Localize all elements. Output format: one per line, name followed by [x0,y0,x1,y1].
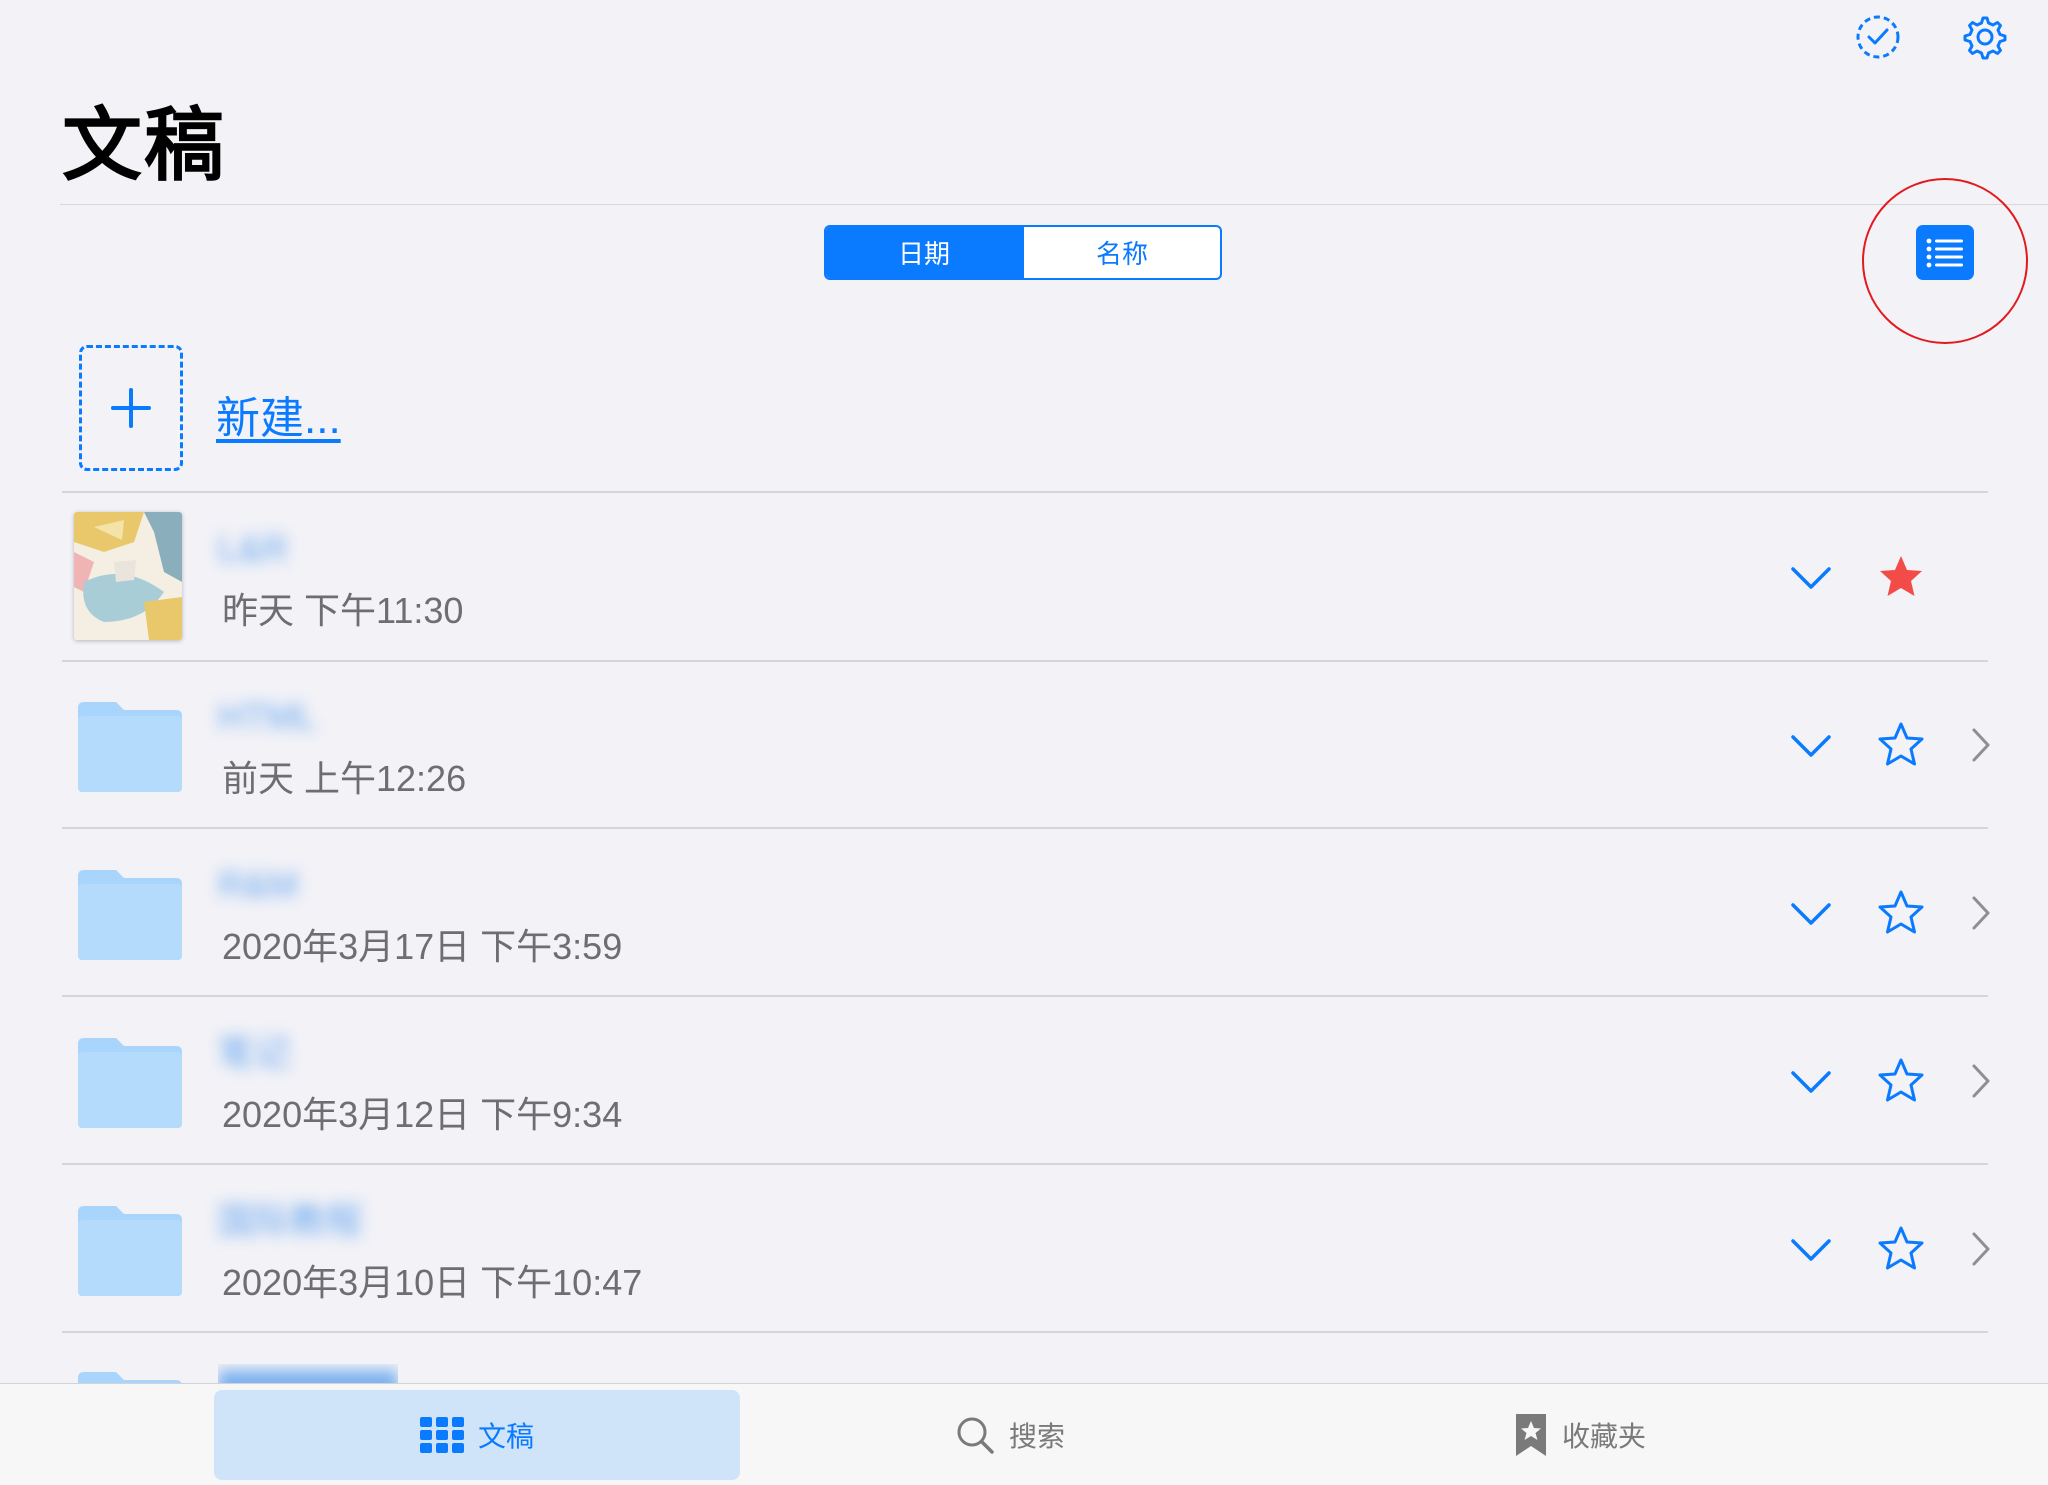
folder-icon [78,1038,182,1128]
list-item[interactable]: 国际教程 2020年3月10日 下午10:47 [0,1166,2048,1332]
chevron-down-icon[interactable] [1788,890,1834,936]
select-button[interactable] [1853,12,1903,62]
list-item[interactable]: 笔记 2020年3月12日 下午9:34 [0,998,2048,1164]
item-name: 国际教程 [218,1200,363,1241]
sort-by-name[interactable]: 名称 [1022,227,1220,278]
chevron-down-icon[interactable] [1788,554,1834,600]
tab-label: 文稿 [477,1421,534,1452]
star-outline-icon[interactable] [1876,1056,1926,1106]
item-date: 2020年3月12日 下午9:34 [222,1094,623,1135]
chevron-right-icon[interactable] [1966,1060,1996,1102]
list-view-icon [1926,238,1963,267]
chevron-right-icon[interactable] [1966,724,1996,766]
divider [62,1163,1988,1165]
item-name: L&R [218,528,289,569]
chevron-down-icon[interactable] [1788,1058,1834,1104]
divider [62,827,1988,829]
chevron-right-icon[interactable] [1966,892,1996,934]
chevron-right-icon[interactable] [1966,1228,1996,1270]
star-outline-icon[interactable] [1876,1224,1926,1274]
divider [62,1331,1988,1333]
list-item[interactable]: HTML 前天 上午12:26 [0,662,2048,828]
checkmark-circle-dashed-icon [1856,15,1900,59]
folder-icon [78,870,182,960]
chevron-down-icon[interactable] [1788,1226,1834,1272]
view-mode-button[interactable] [1916,225,1974,280]
star-outline-icon[interactable] [1876,888,1926,938]
list-item[interactable]: L&R 昨天 下午11:30 [0,494,2048,660]
page-title: 文稿 [62,101,226,190]
sort-segmented-control: 日期 名称 [824,225,1222,280]
divider [62,995,1988,997]
plus-icon [111,388,151,428]
item-date: 2020年3月10日 下午10:47 [222,1262,643,1303]
folder-icon [78,702,182,792]
new-document-link[interactable]: 新建... [216,382,341,446]
folder-icon [78,1206,182,1296]
tab-favorites[interactable]: 收藏夹 [1280,1390,1880,1480]
item-name-partial [218,1364,398,1383]
title-divider [60,204,2048,205]
divider [62,491,1988,493]
grid-icon [419,1417,464,1453]
chevron-down-icon[interactable] [1788,722,1834,768]
item-name: 笔记 [218,1032,291,1073]
tab-bar: 文稿 搜索 收藏夹 [0,1383,2048,1485]
item-name: HTML [218,696,316,737]
item-name: R&M [218,864,298,905]
folder-icon-partial [78,1372,182,1383]
tab-label: 收藏夹 [1561,1421,1646,1452]
tab-documents[interactable]: 文稿 [214,1390,740,1480]
star-filled-icon[interactable] [1876,552,1926,602]
gear-icon [1963,16,2007,60]
tab-label: 搜索 [1008,1421,1065,1452]
sort-by-date[interactable]: 日期 [826,227,1022,278]
list-item[interactable]: R&M 2020年3月17日 下午3:59 [0,830,2048,996]
settings-button[interactable] [1958,12,2008,62]
star-outline-icon[interactable] [1876,720,1926,770]
document-thumbnail [74,512,182,640]
bookmark-star-icon [1515,1414,1546,1456]
item-date: 昨天 下午11:30 [222,590,464,631]
item-date: 2020年3月17日 下午3:59 [222,926,623,967]
magnifier-icon [957,1417,994,1454]
new-document-button[interactable] [79,345,183,471]
item-date: 前天 上午12:26 [222,758,467,799]
tab-search[interactable]: 搜索 [760,1390,1260,1480]
